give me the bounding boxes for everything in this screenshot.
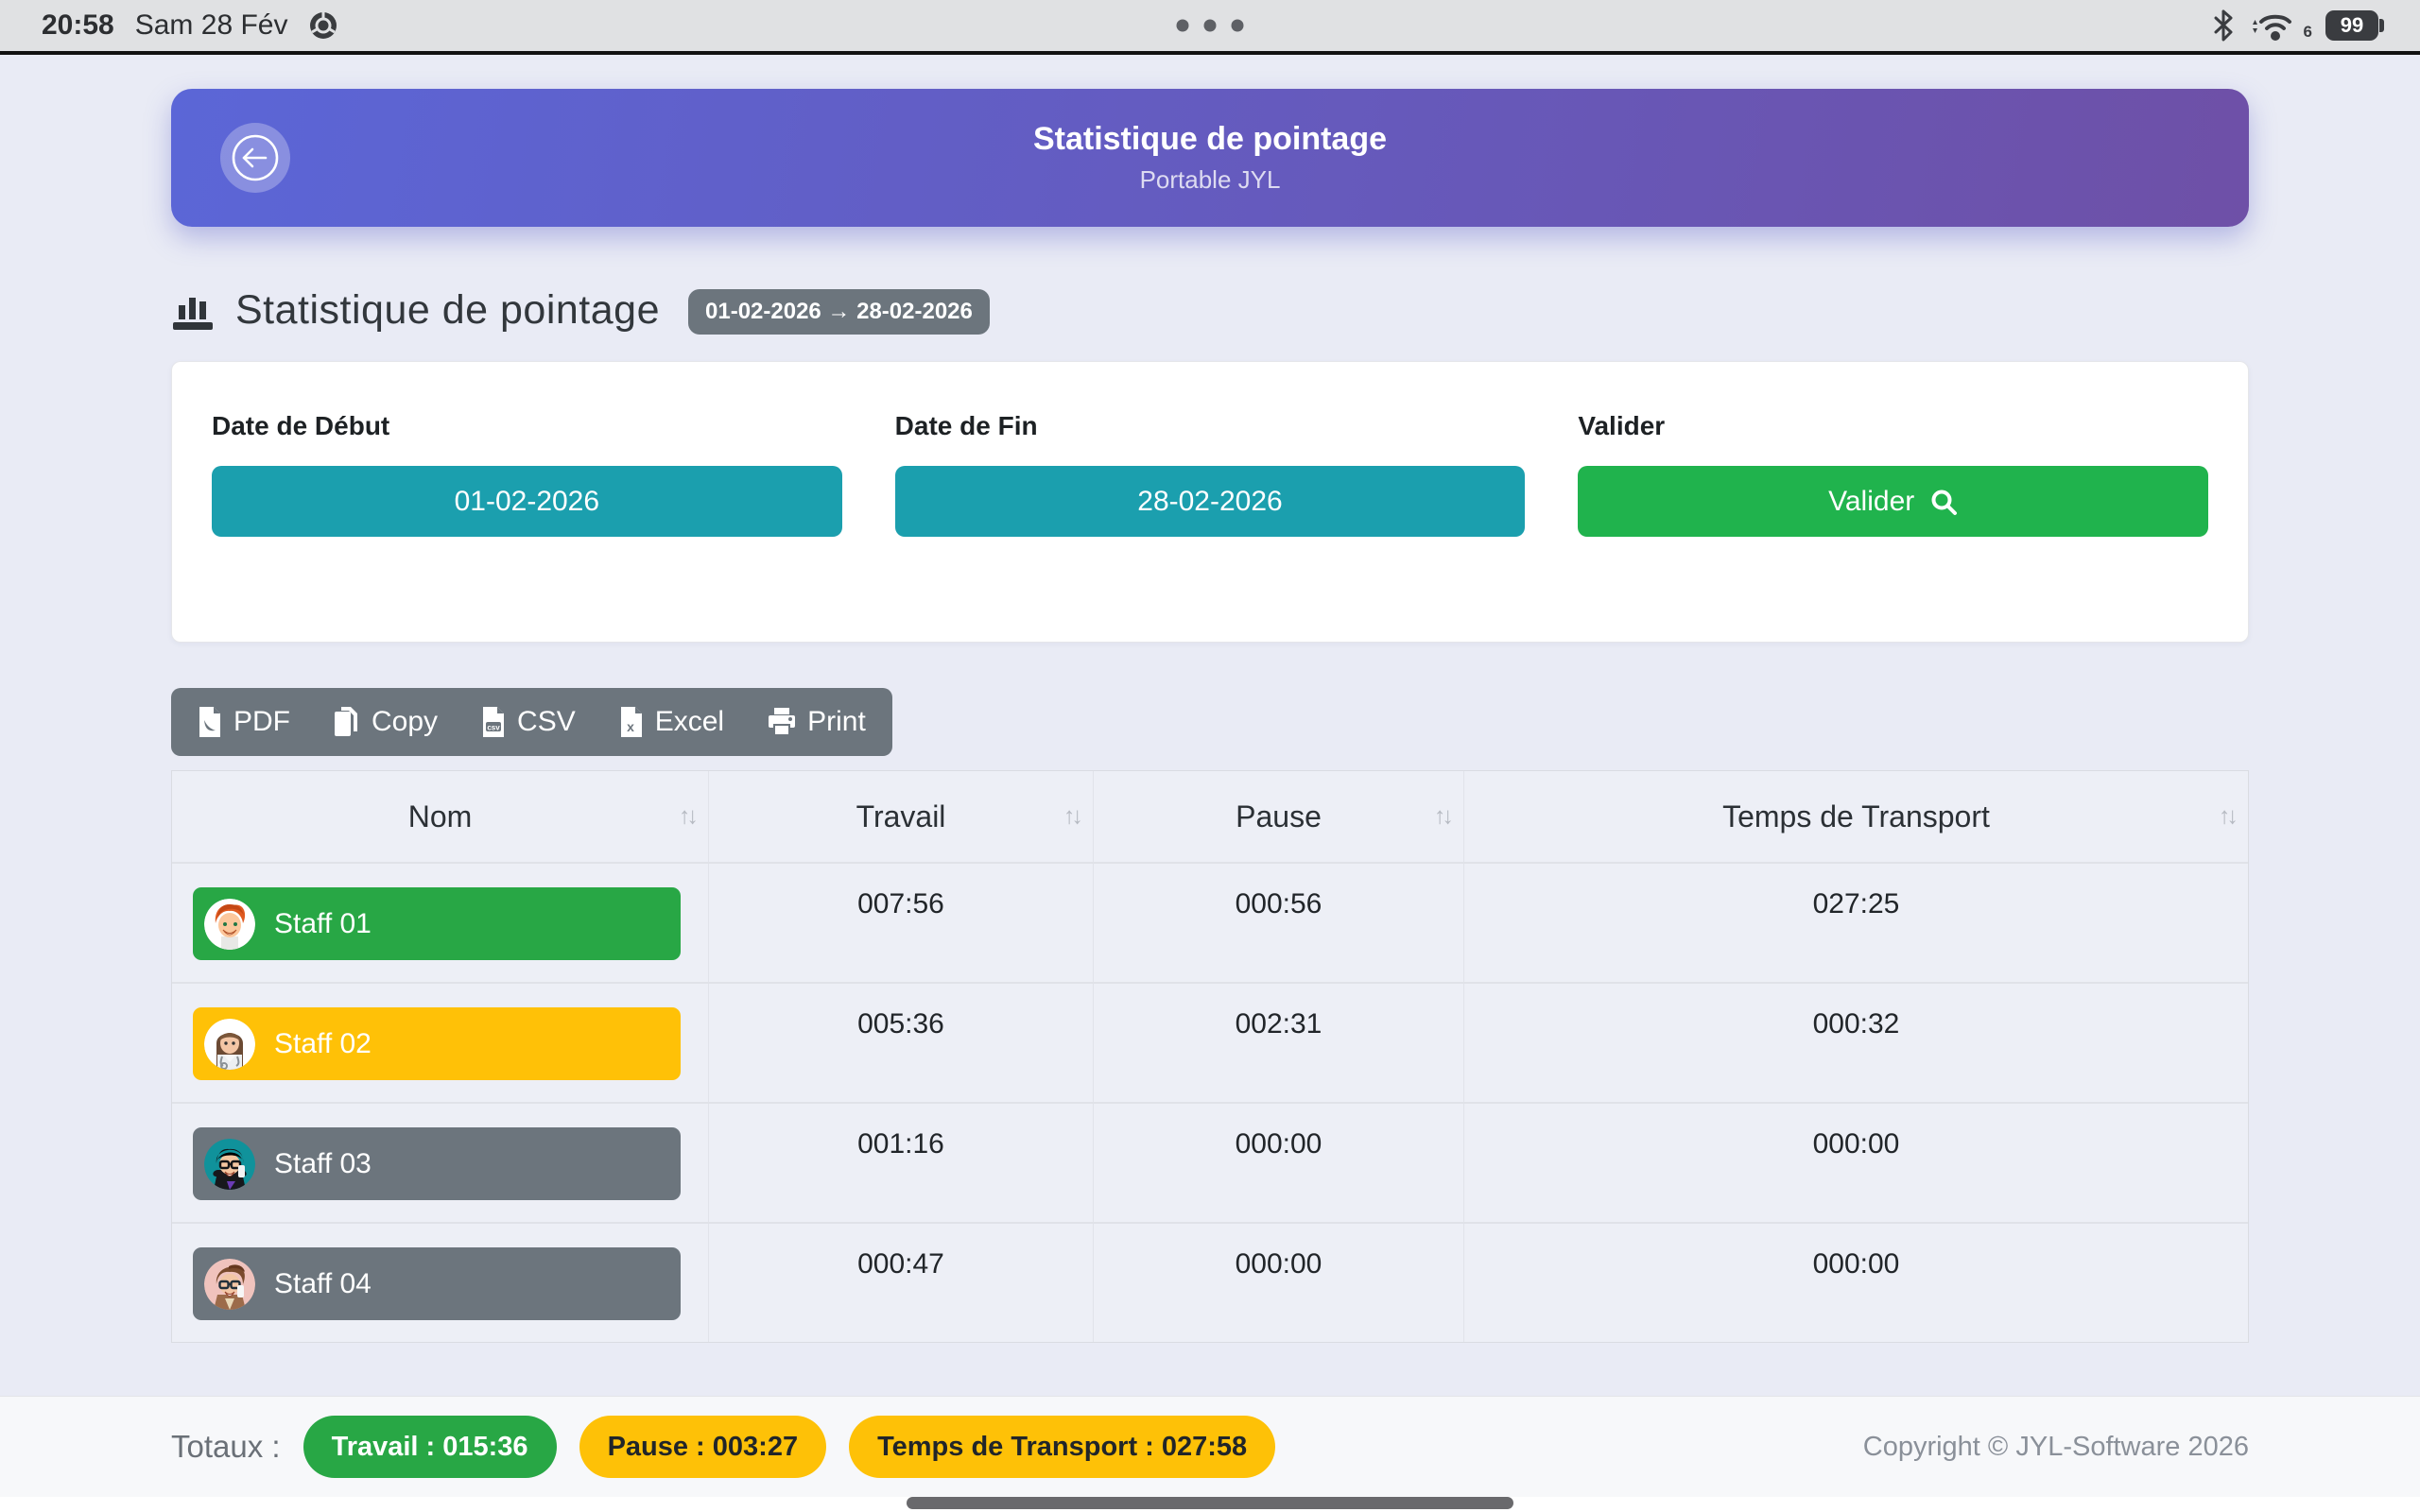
sort-icon[interactable]: ↑↓	[1063, 803, 1080, 831]
back-button[interactable]	[220, 123, 290, 193]
print-icon	[768, 708, 796, 736]
browser-app-icon	[308, 10, 338, 41]
table-row: Staff 03 001:16 000:00 000:00	[172, 1102, 2248, 1222]
table-row: Staff 02 005:36 002:31 000:32	[172, 982, 2248, 1102]
cell-travail: 000:47	[708, 1224, 1093, 1342]
avatar-staff-01	[204, 899, 255, 950]
back-arrow-icon	[231, 133, 280, 182]
banner-subtitle: Portable JYL	[1140, 165, 1281, 195]
cell-pause: 000:00	[1093, 1104, 1463, 1222]
cell-travail: 005:36	[708, 984, 1093, 1102]
totals-label: Totaux :	[171, 1429, 281, 1465]
valider-button[interactable]: Valider	[1578, 466, 2208, 537]
staff-name-label: Staff 03	[274, 1148, 372, 1180]
file-csv-icon: csv	[481, 707, 506, 737]
battery-level: 99	[2341, 13, 2363, 38]
print-button[interactable]: Print	[768, 706, 866, 738]
valider-button-label: Valider	[1828, 486, 1914, 518]
export-csv-label: CSV	[517, 706, 576, 738]
export-excel-button[interactable]: x Excel	[619, 706, 724, 738]
end-date-label: Date de Fin	[895, 411, 1526, 441]
staff-02-button[interactable]: Staff 02	[193, 1007, 681, 1080]
status-time: 20:58	[42, 9, 114, 42]
battery-icon: 99	[2325, 10, 2378, 41]
staff-03-button[interactable]: Staff 03	[193, 1127, 681, 1200]
table-header-row: Nom ↑↓ Travail ↑↓ Pause ↑↓ Temps de Tran…	[172, 771, 2248, 862]
end-date-button[interactable]: 28-02-2026	[895, 466, 1526, 537]
submit-label: Valider	[1578, 411, 2208, 441]
wifi-band-label: 6	[2304, 23, 2312, 42]
svg-text:x: x	[627, 719, 634, 734]
search-icon	[1929, 488, 1958, 516]
cell-transport: 000:32	[1463, 984, 2248, 1102]
cell-transport: 000:00	[1463, 1104, 2248, 1222]
column-header-nom[interactable]: Nom ↑↓	[172, 771, 708, 862]
bar-chart-icon	[171, 288, 215, 332]
cell-travail: 007:56	[708, 864, 1093, 982]
start-date-label: Date de Début	[212, 411, 842, 441]
export-excel-label: Excel	[655, 706, 724, 738]
wifi-icon	[2247, 8, 2296, 43]
export-csv-button[interactable]: csv CSV	[481, 706, 576, 738]
table-row: Staff 04 000:47 000:00 000:00	[172, 1222, 2248, 1342]
avatar-staff-03	[204, 1139, 255, 1190]
sort-icon[interactable]: ↑↓	[1434, 803, 1450, 831]
total-travail-badge: Travail : 015:36	[303, 1416, 557, 1478]
export-copy-label: Copy	[372, 706, 438, 738]
bluetooth-icon	[2213, 9, 2234, 42]
date-filter-card: Date de Début 01-02-2026 Date de Fin 28-…	[171, 361, 2249, 643]
svg-text:csv: csv	[487, 724, 500, 732]
cell-pause: 000:00	[1093, 1224, 1463, 1342]
status-bar: 20:58 Sam 28 Fév	[0, 0, 2420, 55]
start-date-button[interactable]: 01-02-2026	[212, 466, 842, 537]
staff-name-label: Staff 02	[274, 1028, 372, 1060]
sort-icon[interactable]: ↑↓	[679, 803, 695, 831]
column-header-pause[interactable]: Pause ↑↓	[1093, 771, 1463, 862]
copy-icon	[334, 707, 360, 737]
staff-04-button[interactable]: Staff 04	[193, 1247, 681, 1320]
totals-footer: Totaux : Travail : 015:36 Pause : 003:27…	[0, 1396, 2420, 1497]
export-pdf-button[interactable]: PDF	[198, 706, 290, 738]
export-copy-button[interactable]: Copy	[334, 706, 438, 738]
page-title: Statistique de pointage	[235, 287, 660, 334]
sort-icon[interactable]: ↑↓	[2219, 803, 2235, 831]
total-transport-badge: Temps de Transport : 027:58	[849, 1416, 1275, 1478]
total-pause-badge: Pause : 003:27	[579, 1416, 827, 1478]
avatar-staff-04	[204, 1259, 255, 1310]
copyright-text: Copyright © JYL-Software 2026	[1863, 1432, 2249, 1463]
screen: 20:58 Sam 28 Fév	[0, 0, 2420, 1512]
cell-pause: 002:31	[1093, 984, 1463, 1102]
status-date: Sam 28 Fév	[135, 9, 288, 42]
staff-name-label: Staff 04	[274, 1268, 372, 1300]
file-pdf-icon	[198, 707, 222, 737]
column-header-transport[interactable]: Temps de Transport ↑↓	[1463, 771, 2248, 862]
table-row: Staff 01 007:56 000:56 027:25	[172, 862, 2248, 982]
status-menu-dots[interactable]	[1177, 20, 1244, 32]
column-header-travail[interactable]: Travail ↑↓	[708, 771, 1093, 862]
file-excel-icon: x	[619, 707, 644, 737]
app-header-banner: Statistique de pointage Portable JYL	[171, 89, 2249, 227]
date-range-badge: 01-02-2026 → 28-02-2026	[688, 289, 990, 335]
cell-transport: 000:00	[1463, 1224, 2248, 1342]
cell-transport: 027:25	[1463, 864, 2248, 982]
staff-01-button[interactable]: Staff 01	[193, 887, 681, 960]
cell-pause: 000:56	[1093, 864, 1463, 982]
stats-table: Nom ↑↓ Travail ↑↓ Pause ↑↓ Temps de Tran…	[171, 770, 2249, 1343]
banner-title: Statistique de pointage	[1033, 121, 1387, 158]
export-pdf-label: PDF	[233, 706, 290, 738]
staff-name-label: Staff 01	[274, 908, 372, 940]
home-indicator[interactable]	[907, 1497, 1513, 1509]
avatar-staff-02	[204, 1019, 255, 1070]
print-label: Print	[807, 706, 866, 738]
cell-travail: 001:16	[708, 1104, 1093, 1222]
export-toolbar: PDF Copy csv	[171, 688, 892, 756]
